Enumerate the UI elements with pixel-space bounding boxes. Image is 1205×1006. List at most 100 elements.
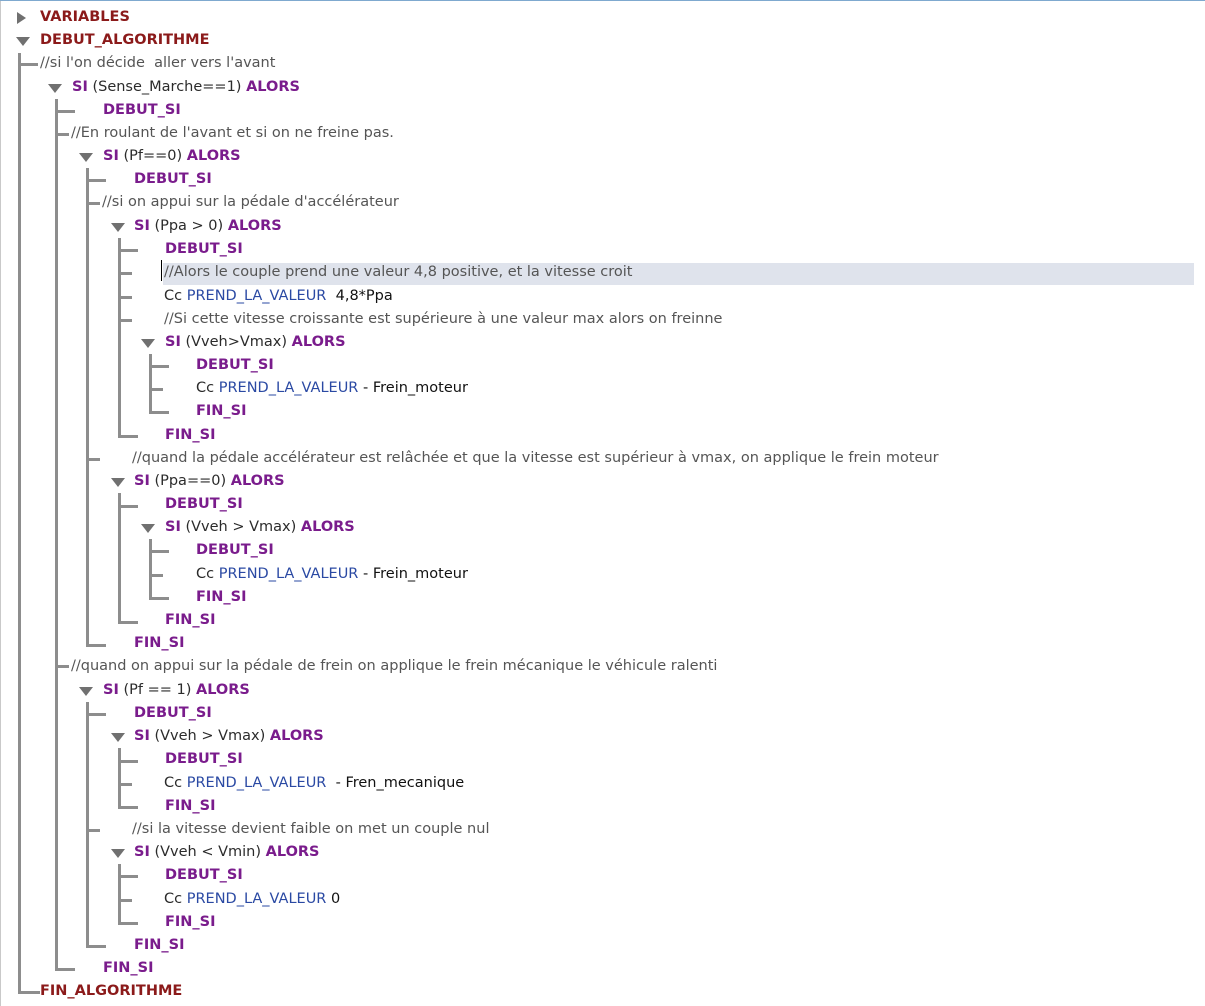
tree-node-debut-si[interactable]: DEBUT_SI [196, 354, 274, 377]
tree-node-affectation[interactable]: Cc PREND_LA_VALEUR - Frein_moteur [196, 377, 468, 400]
tree-node-si[interactable]: SI (Pf==0) ALORS [103, 145, 241, 168]
tree-node-si[interactable]: SI (Sense_Marche==1) ALORS [72, 76, 300, 99]
si-condition: (Pf == 1) [123, 682, 192, 698]
debut-algorithme-label: DEBUT_ALGORITHME [40, 32, 210, 48]
tree-node-si[interactable]: SI (Vveh > Vmax) ALORS [134, 725, 324, 748]
tree-node-affectation[interactable]: Cc PREND_LA_VALEUR - Fren_mecanique [164, 772, 464, 795]
tree-line [118, 760, 138, 763]
comment-text: //si la vitesse devient faible on met un… [132, 821, 490, 837]
tree-line [55, 99, 58, 970]
tree-node-fin-si[interactable]: FIN_SI [165, 795, 216, 818]
triangle-down-icon[interactable] [111, 733, 125, 742]
tree-node-debut-si[interactable]: DEBUT_SI [134, 702, 212, 725]
tree-line [86, 202, 100, 205]
triangle-down-icon[interactable] [111, 849, 125, 858]
si-condition: (Ppa > 0) [154, 218, 224, 234]
tree-line [86, 644, 106, 647]
tree-node-comment[interactable]: //Si cette vitesse croissante est supéri… [164, 308, 722, 331]
fin-algorithme-label: FIN_ALGORITHME [40, 983, 183, 999]
triangle-down-icon[interactable] [79, 153, 93, 162]
triangle-down-icon[interactable] [111, 223, 125, 232]
tree-line [86, 168, 89, 646]
fin-si-label: FIN_SI [165, 612, 216, 628]
tree-node-fin-si[interactable]: FIN_SI [103, 957, 154, 980]
debut-si-label: DEBUT_SI [134, 171, 212, 187]
panel-left-border [0, 0, 1, 1006]
si-keyword: SI [134, 728, 150, 744]
tree-node-debut-si[interactable]: DEBUT_SI [165, 864, 243, 887]
tree-node-fin-si[interactable]: FIN_SI [165, 609, 216, 632]
si-keyword: SI [134, 218, 150, 234]
tree-node-fin-si[interactable]: FIN_SI [165, 911, 216, 934]
tree-node-debut-algorithme[interactable]: DEBUT_ALGORITHME [40, 29, 210, 52]
comment-text: //quand la pédale accélérateur est relâc… [132, 450, 939, 466]
tree-node-si[interactable]: SI (Ppa==0) ALORS [134, 470, 285, 493]
tree-node-si[interactable]: SI (Vveh > Vmax) ALORS [165, 516, 355, 539]
tree-line [149, 365, 169, 368]
tree-line [86, 458, 100, 461]
triangle-down-icon[interactable] [111, 478, 125, 487]
tree-node-debut-si[interactable]: DEBUT_SI [165, 238, 243, 261]
tree-node-fin-si[interactable]: FIN_SI [134, 632, 185, 655]
tree-line [118, 922, 138, 925]
variable-name: Cc [164, 775, 183, 791]
tree-node-variables[interactable]: VARIABLES [40, 6, 130, 29]
variable-name: Cc [196, 380, 215, 396]
fin-si-label: FIN_SI [165, 427, 216, 443]
tree-line [55, 110, 75, 113]
fin-si-label: FIN_SI [103, 960, 154, 976]
tree-line [118, 899, 132, 902]
tree-line [118, 238, 121, 437]
tree-node-comment[interactable]: //si on appui sur la pédale d'accélérate… [102, 191, 399, 214]
si-keyword: SI [72, 79, 88, 95]
triangle-down-icon[interactable] [79, 687, 93, 696]
tree-line [118, 272, 132, 275]
tree-node-comment[interactable]: //si l'on décide aller vers l'avant [40, 52, 275, 75]
fin-si-label: FIN_SI [196, 403, 247, 419]
tree-node-si[interactable]: SI (Pf == 1) ALORS [103, 679, 250, 702]
si-condition: (Vveh > Vmax) [154, 728, 266, 744]
tree-node-comment[interactable]: //quand on appui sur la pédale de frein … [71, 655, 717, 678]
tree-node-fin-si[interactable]: FIN_SI [134, 934, 185, 957]
tree-node-debut-si[interactable]: DEBUT_SI [165, 748, 243, 771]
tree-node-affectation[interactable]: Cc PREND_LA_VALEUR - Frein_moteur [196, 563, 468, 586]
alors-keyword: ALORS [227, 218, 282, 234]
tree-node-si[interactable]: SI (Vveh>Vmax) ALORS [165, 331, 346, 354]
tree-node-comment[interactable]: //En roulant de l'avant et si on ne frei… [71, 122, 394, 145]
triangle-down-icon[interactable] [141, 524, 155, 533]
tree-line [55, 665, 69, 668]
tree-line [149, 597, 169, 600]
fin-si-label: FIN_SI [165, 798, 216, 814]
tree-node-comment[interactable]: //si la vitesse devient faible on met un… [132, 818, 489, 841]
triangle-down-icon[interactable] [16, 37, 30, 46]
alors-keyword: ALORS [291, 334, 346, 350]
triangle-down-icon[interactable] [141, 339, 155, 348]
tree-node-fin-si[interactable]: FIN_SI [196, 586, 247, 609]
tree-node-fin-si[interactable]: FIN_SI [165, 424, 216, 447]
tree-node-comment-selected[interactable]: //Alors le couple prend une valeur 4,8 p… [161, 260, 632, 284]
tree-node-debut-si[interactable]: DEBUT_SI [165, 493, 243, 516]
tree-node-debut-si[interactable]: DEBUT_SI [134, 168, 212, 191]
tree-node-debut-si[interactable]: DEBUT_SI [103, 99, 181, 122]
si-keyword: SI [134, 473, 150, 489]
panel-top-border [0, 0, 1205, 1]
tree-node-comment[interactable]: //quand la pédale accélérateur est relâc… [132, 447, 939, 470]
tree-node-affectation[interactable]: Cc PREND_LA_VALEUR 4,8*Ppa [164, 285, 393, 308]
tree-node-debut-si[interactable]: DEBUT_SI [196, 539, 274, 562]
debut-si-label: DEBUT_SI [103, 102, 181, 118]
tree-node-si[interactable]: SI (Ppa > 0) ALORS [134, 215, 282, 238]
fin-si-label: FIN_SI [196, 589, 247, 605]
triangle-down-icon[interactable] [48, 84, 62, 93]
tree-node-fin-si[interactable]: FIN_SI [196, 400, 247, 423]
tree-line [118, 505, 138, 508]
triangle-right-icon[interactable] [17, 12, 26, 24]
tree-node-affectation[interactable]: Cc PREND_LA_VALEUR 0 [164, 888, 340, 911]
tree-line [118, 806, 138, 809]
tree-node-si[interactable]: SI (Vveh < Vmin) ALORS [134, 841, 320, 864]
tree-line [118, 783, 132, 786]
tree-node-fin-algorithme[interactable]: FIN_ALGORITHME [40, 980, 182, 1003]
variable-name: Cc [164, 891, 183, 907]
comment-text: //Si cette vitesse croissante est supéri… [164, 311, 723, 327]
debut-si-label: DEBUT_SI [134, 705, 212, 721]
debut-si-label: DEBUT_SI [165, 751, 243, 767]
